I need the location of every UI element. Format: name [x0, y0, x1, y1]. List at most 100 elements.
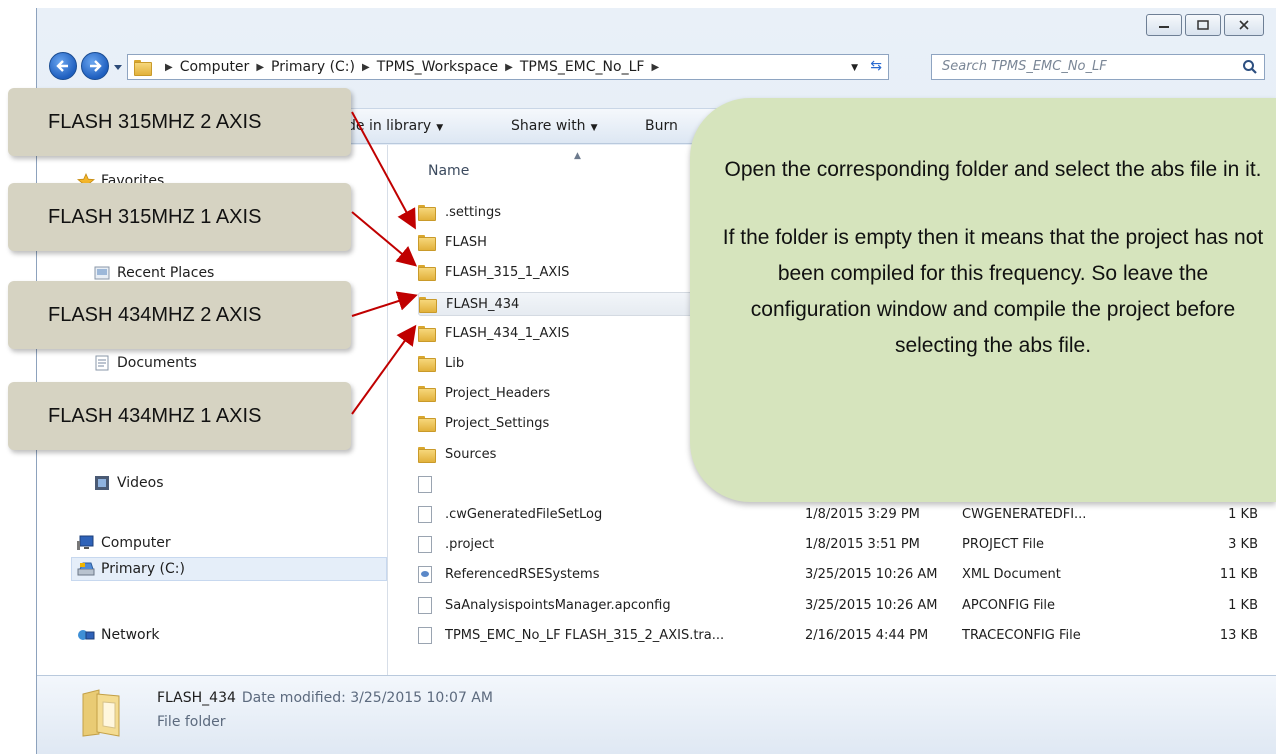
search-box[interactable]: Search TPMS_EMC_No_LF — [931, 54, 1265, 80]
file-name: SaAnalysispointsManager.apconfig — [445, 597, 671, 613]
callout-label-434-1: FLASH 434MHZ 1 AXIS — [8, 382, 351, 450]
forward-button[interactable] — [81, 52, 109, 80]
share-with-button[interactable]: Share with ▼ — [511, 118, 597, 134]
burn-button[interactable]: Burn — [645, 118, 678, 134]
minimize-button[interactable] — [1146, 14, 1182, 36]
file-icon — [418, 536, 434, 554]
file-name: .cwGeneratedFileSetLog — [445, 507, 603, 522]
file-name: FLASH — [445, 235, 487, 251]
network-icon — [77, 627, 95, 643]
search-placeholder[interactable]: Search TPMS_EMC_No_LF — [942, 59, 1107, 74]
folder-icon — [134, 59, 152, 76]
file-type: PROJECT File — [962, 537, 1045, 553]
file-row[interactable]: ReferencedRSESystems 3/25/2015 10:26 AM XM… — [418, 563, 1268, 587]
file-row[interactable]: .cwGeneratedFileSetLog 1/8/2015 3:29 PM CW… — [418, 503, 1268, 527]
chevron-right-icon[interactable]: ▶ — [362, 62, 370, 73]
folder-icon — [418, 385, 436, 403]
note-paragraph-1: Open the corresponding folder and select… — [724, 158, 1262, 181]
screenshot-stage: ▶ Computer ▶ Primary (C:) ▶ TPMS_Workspa… — [0, 0, 1276, 754]
file-name: Project_Settings — [445, 416, 550, 432]
file-name: FLASH_434_1_AXIS — [445, 325, 570, 341]
file-name: ReferencedRSESystems — [445, 567, 600, 583]
file-type: XML Document — [962, 567, 1061, 583]
include-in-library-button[interactable]: de in library ▼ — [347, 118, 443, 134]
file-date: 1/8/2015 3:51 PM — [805, 537, 920, 553]
details-pane: FLASH_434 Date modified: 3/25/2015 10:07 … — [37, 675, 1276, 754]
file-date: 2/16/2015 4:44 PM — [805, 627, 929, 643]
share-with-label: Share with — [511, 118, 586, 134]
caret-down-icon: ▼ — [590, 123, 598, 133]
file-date: 3/25/2015 10:26 AM — [805, 567, 938, 583]
document-icon — [93, 355, 111, 371]
folder-icon — [418, 355, 436, 373]
refresh-icon[interactable]: ⇆ — [870, 58, 882, 74]
file-icon — [418, 506, 434, 524]
nav-network-label: Network — [101, 627, 160, 643]
address-dropdown-icon[interactable]: ▼ — [851, 63, 858, 73]
callout-label-315-1: FLASH 315MHZ 1 AXIS — [8, 183, 351, 251]
folder-icon — [418, 204, 436, 222]
folder-icon — [418, 415, 436, 433]
details-type: File folder — [157, 714, 226, 730]
arrow-left-icon — [56, 60, 68, 72]
file-name: .project — [445, 537, 495, 553]
file-size: 1 KB — [1228, 507, 1258, 522]
breadcrumb-computer[interactable]: Computer — [180, 59, 250, 75]
file-row[interactable]: .project 1/8/2015 3:51 PM PROJECT File 3 KB — [418, 533, 1268, 557]
nav-recent-places-label: Recent Places — [117, 265, 215, 281]
computer-icon — [77, 535, 95, 551]
chevron-right-icon: ▶ — [165, 61, 173, 73]
breadcrumb-current[interactable]: TPMS_EMC_No_LF — [520, 59, 645, 75]
file-name: FLASH_434 — [446, 296, 520, 312]
file-size: 11 KB — [1219, 567, 1258, 583]
file-date: 3/25/2015 10:26 AM — [805, 597, 938, 613]
chevron-right-icon[interactable]: ▶ — [651, 62, 659, 73]
search-icon[interactable] — [1242, 59, 1258, 75]
breadcrumb: ▶ Computer ▶ Primary (C:) ▶ TPMS_Workspa… — [158, 59, 666, 75]
maximize-button[interactable] — [1185, 14, 1221, 36]
maximize-icon — [1197, 20, 1209, 30]
note-paragraph-2: If the folder is empty then it means tha… — [722, 226, 1264, 357]
file-name: FLASH_315_1_AXIS — [445, 265, 570, 281]
file-type: TRACECONFIG File — [962, 627, 1081, 643]
drive-icon — [77, 561, 95, 577]
nav-videos[interactable]: Videos — [93, 475, 164, 491]
file-name: Lib — [445, 356, 465, 371]
nav-computer-label: Computer — [101, 535, 171, 551]
chevron-right-icon[interactable]: ▶ — [256, 62, 264, 73]
nav-network[interactable]: Network — [77, 627, 159, 643]
folder-large-icon — [82, 689, 120, 737]
breadcrumb-workspace[interactable]: TPMS_Workspace — [377, 59, 498, 75]
close-button[interactable] — [1224, 14, 1264, 36]
nav-recent-places[interactable]: Recent Places — [93, 265, 214, 281]
file-size: 13 KB — [1219, 627, 1258, 643]
file-row[interactable]: SaAnalysispointsManager.apconfig 3/25/201… — [418, 594, 1268, 618]
details-title: FLASH_434 Date modified: 3/25/2015 10:07 … — [157, 690, 493, 706]
file-name: TPMS_EMC_No_LF FLASH_315_2_AXIS.tra... — [445, 627, 725, 643]
address-row: ▶ Computer ▶ Primary (C:) ▶ TPMS_Workspa… — [37, 52, 1276, 82]
chevron-right-icon[interactable]: ▶ — [505, 62, 513, 73]
window-controls — [1146, 14, 1264, 36]
address-bar[interactable]: ▶ Computer ▶ Primary (C:) ▶ TPMS_Workspa… — [127, 54, 889, 80]
file-row[interactable]: TPMS_EMC_No_LF FLASH_315_2_AXIS.tra... 2/… — [418, 624, 1268, 648]
file-size: 1 KB — [1228, 597, 1258, 613]
minimize-icon — [1159, 26, 1169, 28]
folder-icon — [418, 446, 436, 464]
xml-file-icon — [418, 566, 434, 584]
breadcrumb-primary[interactable]: Primary (C:) — [271, 59, 355, 75]
details-modified: Date modified: 3/25/2015 10:07 AM — [241, 690, 493, 706]
history-dropdown-icon[interactable] — [113, 62, 123, 72]
folder-icon — [419, 296, 437, 314]
nav-computer[interactable]: Computer — [77, 535, 171, 551]
callout-label-434-2: FLASH 434MHZ 2 AXIS — [8, 281, 351, 349]
file-name: Sources — [445, 446, 497, 462]
nav-primary-drive[interactable]: Primary (C:) — [77, 561, 185, 577]
nav-documents[interactable]: Documents — [93, 355, 197, 371]
instruction-note: Open the corresponding folder and select… — [690, 98, 1276, 502]
file-icon — [418, 626, 434, 645]
file-type: CWGENERATEDFI... — [962, 507, 1087, 522]
sort-ascending-icon: ▲ — [574, 151, 581, 161]
back-button[interactable] — [49, 52, 77, 80]
recent-places-icon — [93, 265, 111, 281]
column-header-name[interactable]: Name — [428, 163, 469, 179]
